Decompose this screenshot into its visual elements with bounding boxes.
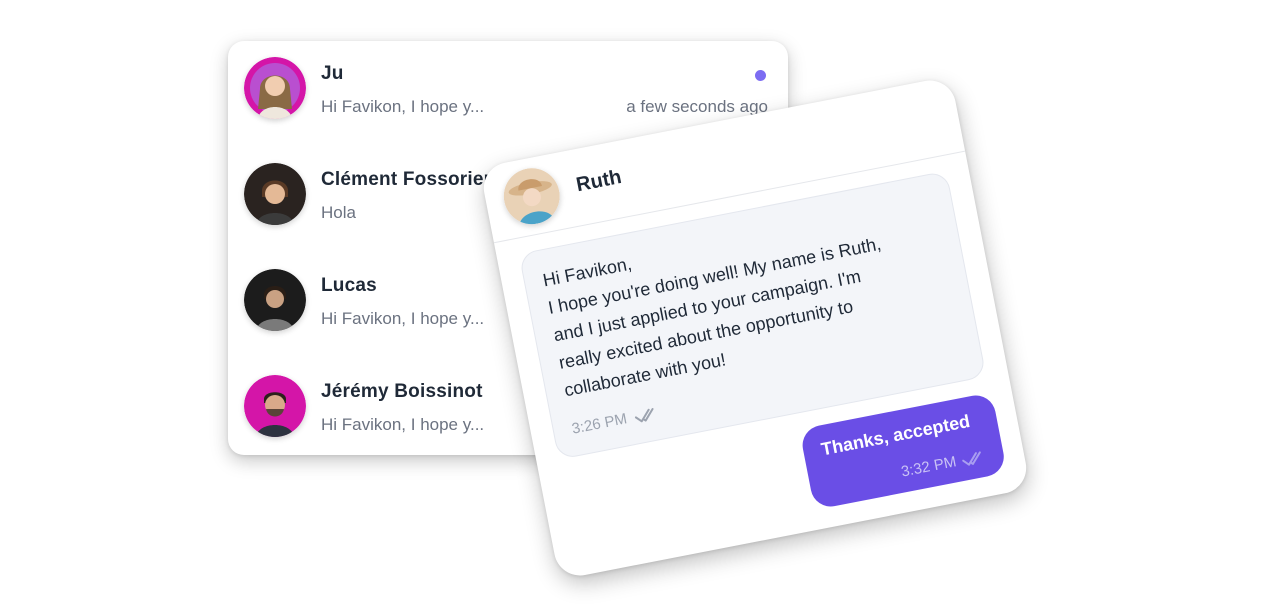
avatar: [244, 269, 306, 331]
avatar: [244, 163, 306, 225]
message-time: 3:26 PM: [570, 410, 629, 438]
avatar[interactable]: [499, 163, 565, 229]
conversation-name: Clément Fossorier: [321, 169, 492, 190]
conversation-name: Lucas: [321, 275, 377, 296]
person-avatar-icon: [244, 269, 306, 331]
conversation-preview: Hola: [321, 203, 356, 222]
double-check-icon: [634, 407, 654, 422]
conversation-time: a few seconds ago: [626, 97, 768, 116]
message-time: 3:32 PM: [899, 453, 958, 481]
person-avatar-icon: [244, 375, 306, 437]
double-check-icon: [962, 450, 981, 466]
unread-indicator: [755, 70, 766, 81]
avatar: [244, 375, 306, 437]
outgoing-message: Thanks, accepted 3:32 PM: [799, 392, 1008, 510]
conversation-name: Ju: [321, 63, 344, 84]
conversation-preview: Hi Favikon, I hope y...: [321, 309, 485, 328]
person-avatar-icon: [244, 163, 306, 225]
chat-window: Ruth Hi Favikon, I hope you're doing wel…: [479, 76, 1031, 580]
stage: Ju Hi Favikon, I hope y... a few seconds…: [0, 0, 1267, 614]
conversation-preview: Hi Favikon, I hope y...: [321, 97, 485, 116]
avatar: [244, 57, 306, 119]
conversation-name: Jérémy Boissinot: [321, 381, 483, 402]
message-meta: 3:26 PM: [570, 404, 661, 438]
message-meta: 3:32 PM: [899, 447, 990, 481]
conversation-preview: Hi Favikon, I hope y...: [321, 415, 485, 434]
message-text: Hi Favikon, I hope you're doing well! My…: [541, 233, 883, 401]
chat-contact-name: Ruth: [574, 165, 624, 197]
person-avatar-icon: [503, 168, 560, 228]
person-avatar-icon: [244, 57, 306, 119]
